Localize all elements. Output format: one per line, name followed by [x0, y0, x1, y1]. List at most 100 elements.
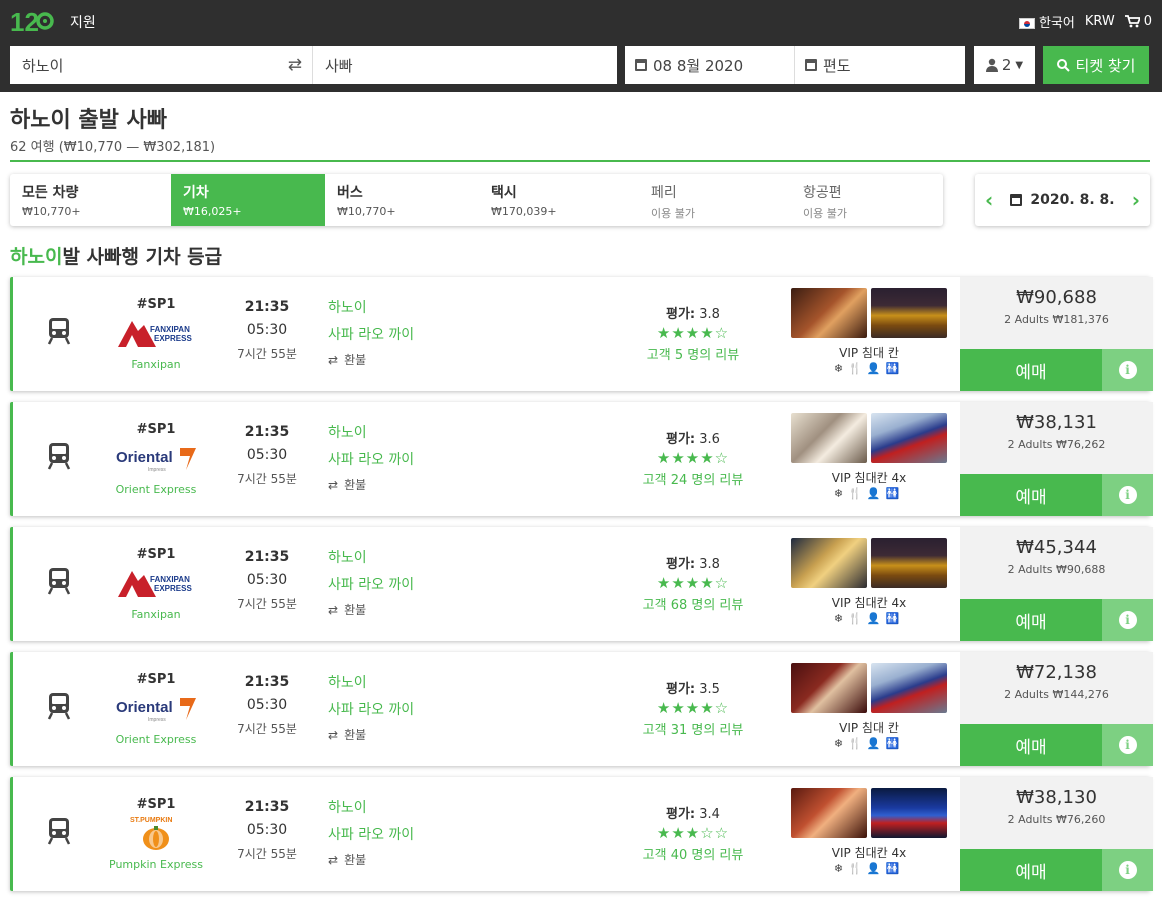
trip-duration: 7시간 55분: [237, 722, 297, 736]
rating-label: 평가:: [666, 682, 696, 697]
trip-times: 21:35 05:30 7시간 55분: [227, 549, 307, 612]
operator-name[interactable]: Orient Express: [103, 483, 209, 496]
train-icon: [47, 443, 71, 470]
cabin-photo[interactable]: [791, 413, 867, 463]
from-station[interactable]: 하노이: [328, 547, 528, 567]
search-button[interactable]: 티켓 찾기: [1043, 46, 1149, 84]
passenger-selector[interactable]: 2 ▼: [974, 46, 1035, 84]
to-station[interactable]: 사파 라오 까이: [328, 574, 528, 594]
operator-name[interactable]: Pumpkin Express: [103, 858, 209, 871]
photo-thumbnails: [791, 538, 947, 588]
tab-taxi[interactable]: 택시 ₩170,039+: [479, 174, 639, 226]
cart-count: 0: [1143, 14, 1152, 29]
svg-text:Oriental: Oriental: [116, 449, 173, 466]
reviews-link[interactable]: 고객 68 명의 리뷰: [593, 594, 793, 613]
rating-stars: ★★★★☆: [656, 574, 730, 592]
departure-date-field[interactable]: 08 8월 2020: [625, 46, 795, 84]
price-panel: ₩72,138 2 Adults ₩144,276 예매 i: [960, 652, 1153, 766]
train-photo[interactable]: [871, 413, 947, 463]
from-station[interactable]: 하노이: [328, 422, 528, 442]
restroom-icon: 🚻: [885, 737, 905, 750]
tab-train[interactable]: 기차 ₩16,025+: [171, 174, 325, 226]
trip-duration: 7시간 55분: [237, 347, 297, 361]
from-field[interactable]: ⇄: [10, 46, 313, 84]
from-station[interactable]: 하노이: [328, 672, 528, 692]
transport-filter-tabs: 모든 차량 ₩10,770+ 기차 ₩16,025+ 버스 ₩10,770+ 택…: [10, 174, 943, 226]
trip-card[interactable]: #SP1 ST.PUMPKIN Pumpkin Express 21:35 05:30 7…: [10, 777, 1153, 891]
tab-label: 택시: [491, 185, 517, 201]
from-station[interactable]: 하노이: [328, 797, 528, 817]
train-photo[interactable]: [871, 288, 947, 338]
language-selector[interactable]: 한국어: [1018, 12, 1075, 31]
operator-name[interactable]: Fanxipan: [103, 358, 209, 371]
info-button[interactable]: i: [1102, 849, 1153, 891]
calendar-icon: [805, 59, 817, 71]
trip-card[interactable]: #SP1 Oriental Impress Orient Express 21:35 05…: [10, 402, 1153, 516]
oriental-logo: OrientalImpress: [116, 698, 196, 723]
operator-logo: FANXIPAN EXPRESS: [103, 312, 209, 354]
section-title-highlight[interactable]: 하노이: [10, 246, 62, 268]
chevron-right-icon[interactable]: ›: [1132, 188, 1140, 212]
reviews-link[interactable]: 고객 31 명의 리뷰: [593, 719, 793, 738]
to-input[interactable]: [313, 46, 617, 84]
cabin-photo[interactable]: [791, 288, 867, 338]
reviews-link[interactable]: 고객 24 명의 리뷰: [593, 469, 793, 488]
to-field[interactable]: [313, 46, 617, 84]
info-button[interactable]: i: [1102, 349, 1153, 391]
oriental-logo: OrientalImpress: [116, 448, 196, 473]
operator-name[interactable]: Fanxipan: [103, 608, 209, 621]
price-per-person: ₩38,131: [1016, 412, 1097, 433]
book-button[interactable]: 예매: [960, 349, 1102, 391]
meal-icon: 🍴: [848, 612, 867, 625]
rating-stars: ★★★★☆: [656, 699, 730, 717]
operator-name[interactable]: Orient Express: [103, 733, 209, 746]
air-conditioning-icon: ❄: [833, 487, 849, 500]
support-link[interactable]: 지원: [70, 12, 96, 32]
operator-block: #SP1 ST.PUMPKIN Pumpkin Express: [103, 797, 209, 871]
chevron-left-icon[interactable]: ‹: [985, 188, 993, 212]
cabin-photo[interactable]: [791, 788, 867, 838]
reviews-link[interactable]: 고객 40 명의 리뷰: [593, 844, 793, 863]
cabin-photo[interactable]: [791, 663, 867, 713]
tab-all[interactable]: 모든 차량 ₩10,770+: [10, 174, 171, 226]
train-photo[interactable]: [871, 788, 947, 838]
to-station[interactable]: 사파 라오 까이: [328, 699, 528, 719]
info-button[interactable]: i: [1102, 599, 1153, 641]
tab-price: 이용 불가: [803, 207, 847, 220]
cart-button[interactable]: 0: [1124, 14, 1152, 29]
cabin-photo[interactable]: [791, 538, 867, 588]
amenities: ❄🍴👤🚻: [791, 737, 947, 750]
divider: [10, 160, 1150, 162]
to-station[interactable]: 사파 라오 까이: [328, 449, 528, 469]
trip-card[interactable]: #SP1 FANXIPAN EXPRESS Fanxipan 21:35 05:30 7시간…: [10, 277, 1153, 391]
reviews-link[interactable]: 고객 5 명의 리뷰: [593, 344, 793, 363]
to-station[interactable]: 사파 라오 까이: [328, 324, 528, 344]
rating-value: 3.4: [699, 807, 720, 822]
departure-time: 21:35: [244, 424, 290, 440]
tab-price: 이용 불가: [651, 207, 695, 220]
exchange-icon: ⇄: [328, 477, 339, 492]
meal-icon: 🍴: [848, 362, 867, 375]
trip-card[interactable]: #SP1 FANXIPAN EXPRESS Fanxipan 21:35 05:30 7시간…: [10, 527, 1153, 641]
info-button[interactable]: i: [1102, 724, 1153, 766]
trip-card[interactable]: #SP1 Oriental Impress Orient Express 21:35 05…: [10, 652, 1153, 766]
operator-block: #SP1 FANXIPAN EXPRESS Fanxipan: [103, 297, 209, 371]
book-button[interactable]: 예매: [960, 599, 1102, 641]
logo-12go[interactable]: 12: [10, 6, 56, 38]
book-button[interactable]: 예매: [960, 849, 1102, 891]
to-station[interactable]: 사파 라오 까이: [328, 824, 528, 844]
currency-selector[interactable]: KRW: [1085, 14, 1115, 29]
current-date: 2020. 8. 8.: [1030, 192, 1115, 208]
train-photo[interactable]: [871, 663, 947, 713]
info-button[interactable]: i: [1102, 474, 1153, 516]
book-button[interactable]: 예매: [960, 474, 1102, 516]
return-date-field[interactable]: 편도: [795, 46, 965, 84]
from-station[interactable]: 하노이: [328, 297, 528, 317]
tab-bus[interactable]: 버스 ₩10,770+: [325, 174, 479, 226]
swap-icon[interactable]: ⇄: [288, 55, 302, 75]
book-button[interactable]: 예매: [960, 724, 1102, 766]
train-photo[interactable]: [871, 538, 947, 588]
price-total: 2 Adults ₩144,276: [1004, 688, 1109, 701]
from-input[interactable]: [10, 46, 312, 84]
arrival-time: 05:30: [246, 322, 288, 338]
